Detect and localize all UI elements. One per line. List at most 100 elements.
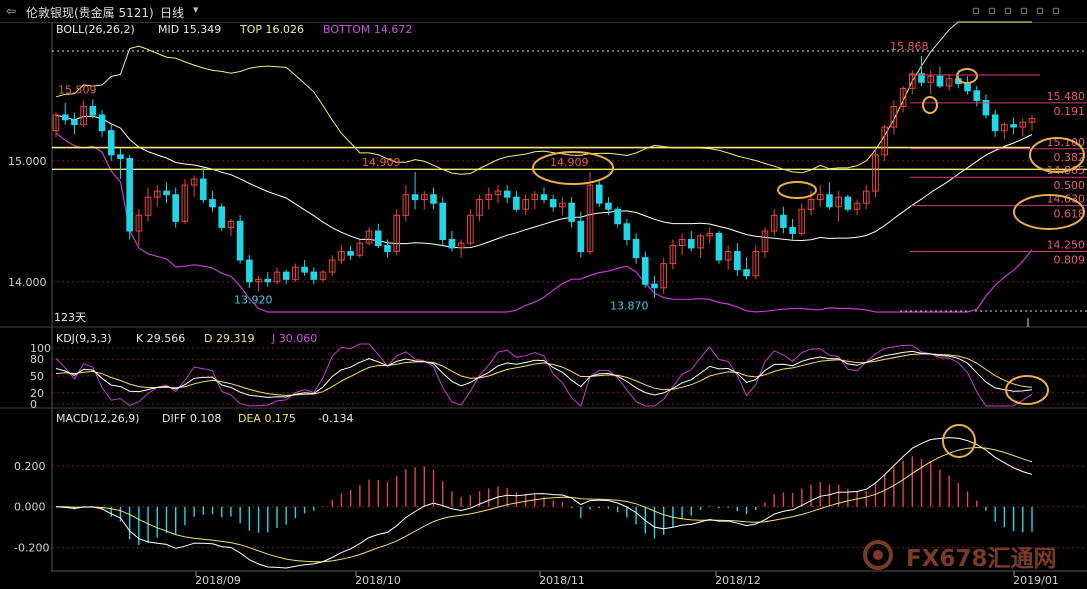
candle-body [826,194,833,208]
candle [98,110,106,137]
candle [568,197,575,228]
candle-body [264,278,272,283]
macd-value-label: -0.134 [318,412,354,425]
candle-body [991,114,999,132]
candle-body [688,238,695,249]
candle [71,112,78,135]
label-low-nov: 13.870 [610,299,649,312]
candle [789,218,796,240]
candle [135,209,143,246]
candle-body [614,208,621,225]
candle-body [310,271,318,280]
candle-body [503,190,511,198]
label-high-start: 15.509 [58,83,97,96]
fib-ratio-label: 0.191 [1054,105,1086,118]
candle [531,191,539,210]
candle [246,255,253,288]
candle [872,148,879,198]
candle [448,231,456,252]
candle [881,124,888,161]
candle [153,185,161,207]
label-peak-oct: 14.909 [362,156,401,169]
candle-body [411,194,419,201]
candle [61,102,69,125]
candle [52,112,60,137]
candle [761,227,769,258]
boll-bottom-label: BOTTOM 14.672 [323,23,413,36]
candle-body [715,232,723,261]
macd-dea-label: DEA 0.175 [238,412,296,425]
candle [770,209,778,236]
candle [780,206,787,234]
candle-body [577,220,585,253]
candle-body [126,157,133,232]
candle [273,267,281,285]
macd-axis-tick: 0.200 [14,460,46,473]
candle [577,211,585,258]
candle [595,179,603,207]
candle-body [384,245,391,253]
candle [365,227,373,246]
candle [862,185,870,210]
candle [80,100,87,128]
candle [236,215,244,264]
price-chart[interactable]: 15.4800.19115.1000.38214.8650.50014.6300… [0,0,1087,589]
candle-body [200,178,207,201]
candle [669,239,677,270]
candle [467,209,474,246]
candle [310,267,318,285]
candle [476,194,483,222]
candle [200,166,207,204]
candle-body [651,283,658,289]
candle-body [632,238,640,259]
candle [853,199,861,216]
candle [641,251,649,288]
candle-body [282,271,290,280]
candle [190,175,198,198]
candle [421,191,428,210]
candle-body [347,251,354,256]
candle-body [605,202,612,210]
candle [614,206,621,228]
candle [1019,118,1027,137]
candle [522,194,529,216]
kdj-k-line [55,350,1033,398]
candle-body [513,196,520,210]
candle [936,66,944,89]
candle [697,233,704,258]
x-axis-tick-label: 2018/12 [715,574,761,587]
fx678-logo-icon [863,540,893,570]
price-axis-tick: 15.000 [8,155,47,168]
candle-body [98,114,106,132]
candle [292,263,299,282]
candle [163,182,170,204]
candle-body [374,230,382,247]
candle-body [936,75,944,87]
fib-ratio-label: 0.809 [1054,254,1086,267]
candle-body [107,130,115,156]
candle [660,257,667,294]
candle [126,154,133,240]
candle [347,245,354,261]
candle [798,203,806,236]
candle-body [844,196,852,210]
label-peak-dec: 15.868 [890,40,929,53]
candle-body [163,190,170,196]
candle [172,187,179,228]
boll-name[interactable]: BOLL(26,26,2) [56,23,135,36]
candle [826,182,833,210]
x-axis-tick-label: 2018/11 [539,574,585,587]
kdj-axis-tick: 0 [30,398,37,411]
kdj-name[interactable]: KDJ(9,3,3) [56,332,112,345]
macd-name[interactable]: MACD(12,26,9) [56,412,140,425]
candle [1010,117,1017,135]
candle [559,197,566,216]
candle [540,187,548,204]
candle-body [71,119,78,126]
fib-price-label: 15.480 [1047,90,1086,103]
candle-body [568,202,575,222]
candle [1001,122,1008,140]
candle [982,94,990,119]
candle [724,245,732,270]
boll-bottom-line [55,132,1033,313]
